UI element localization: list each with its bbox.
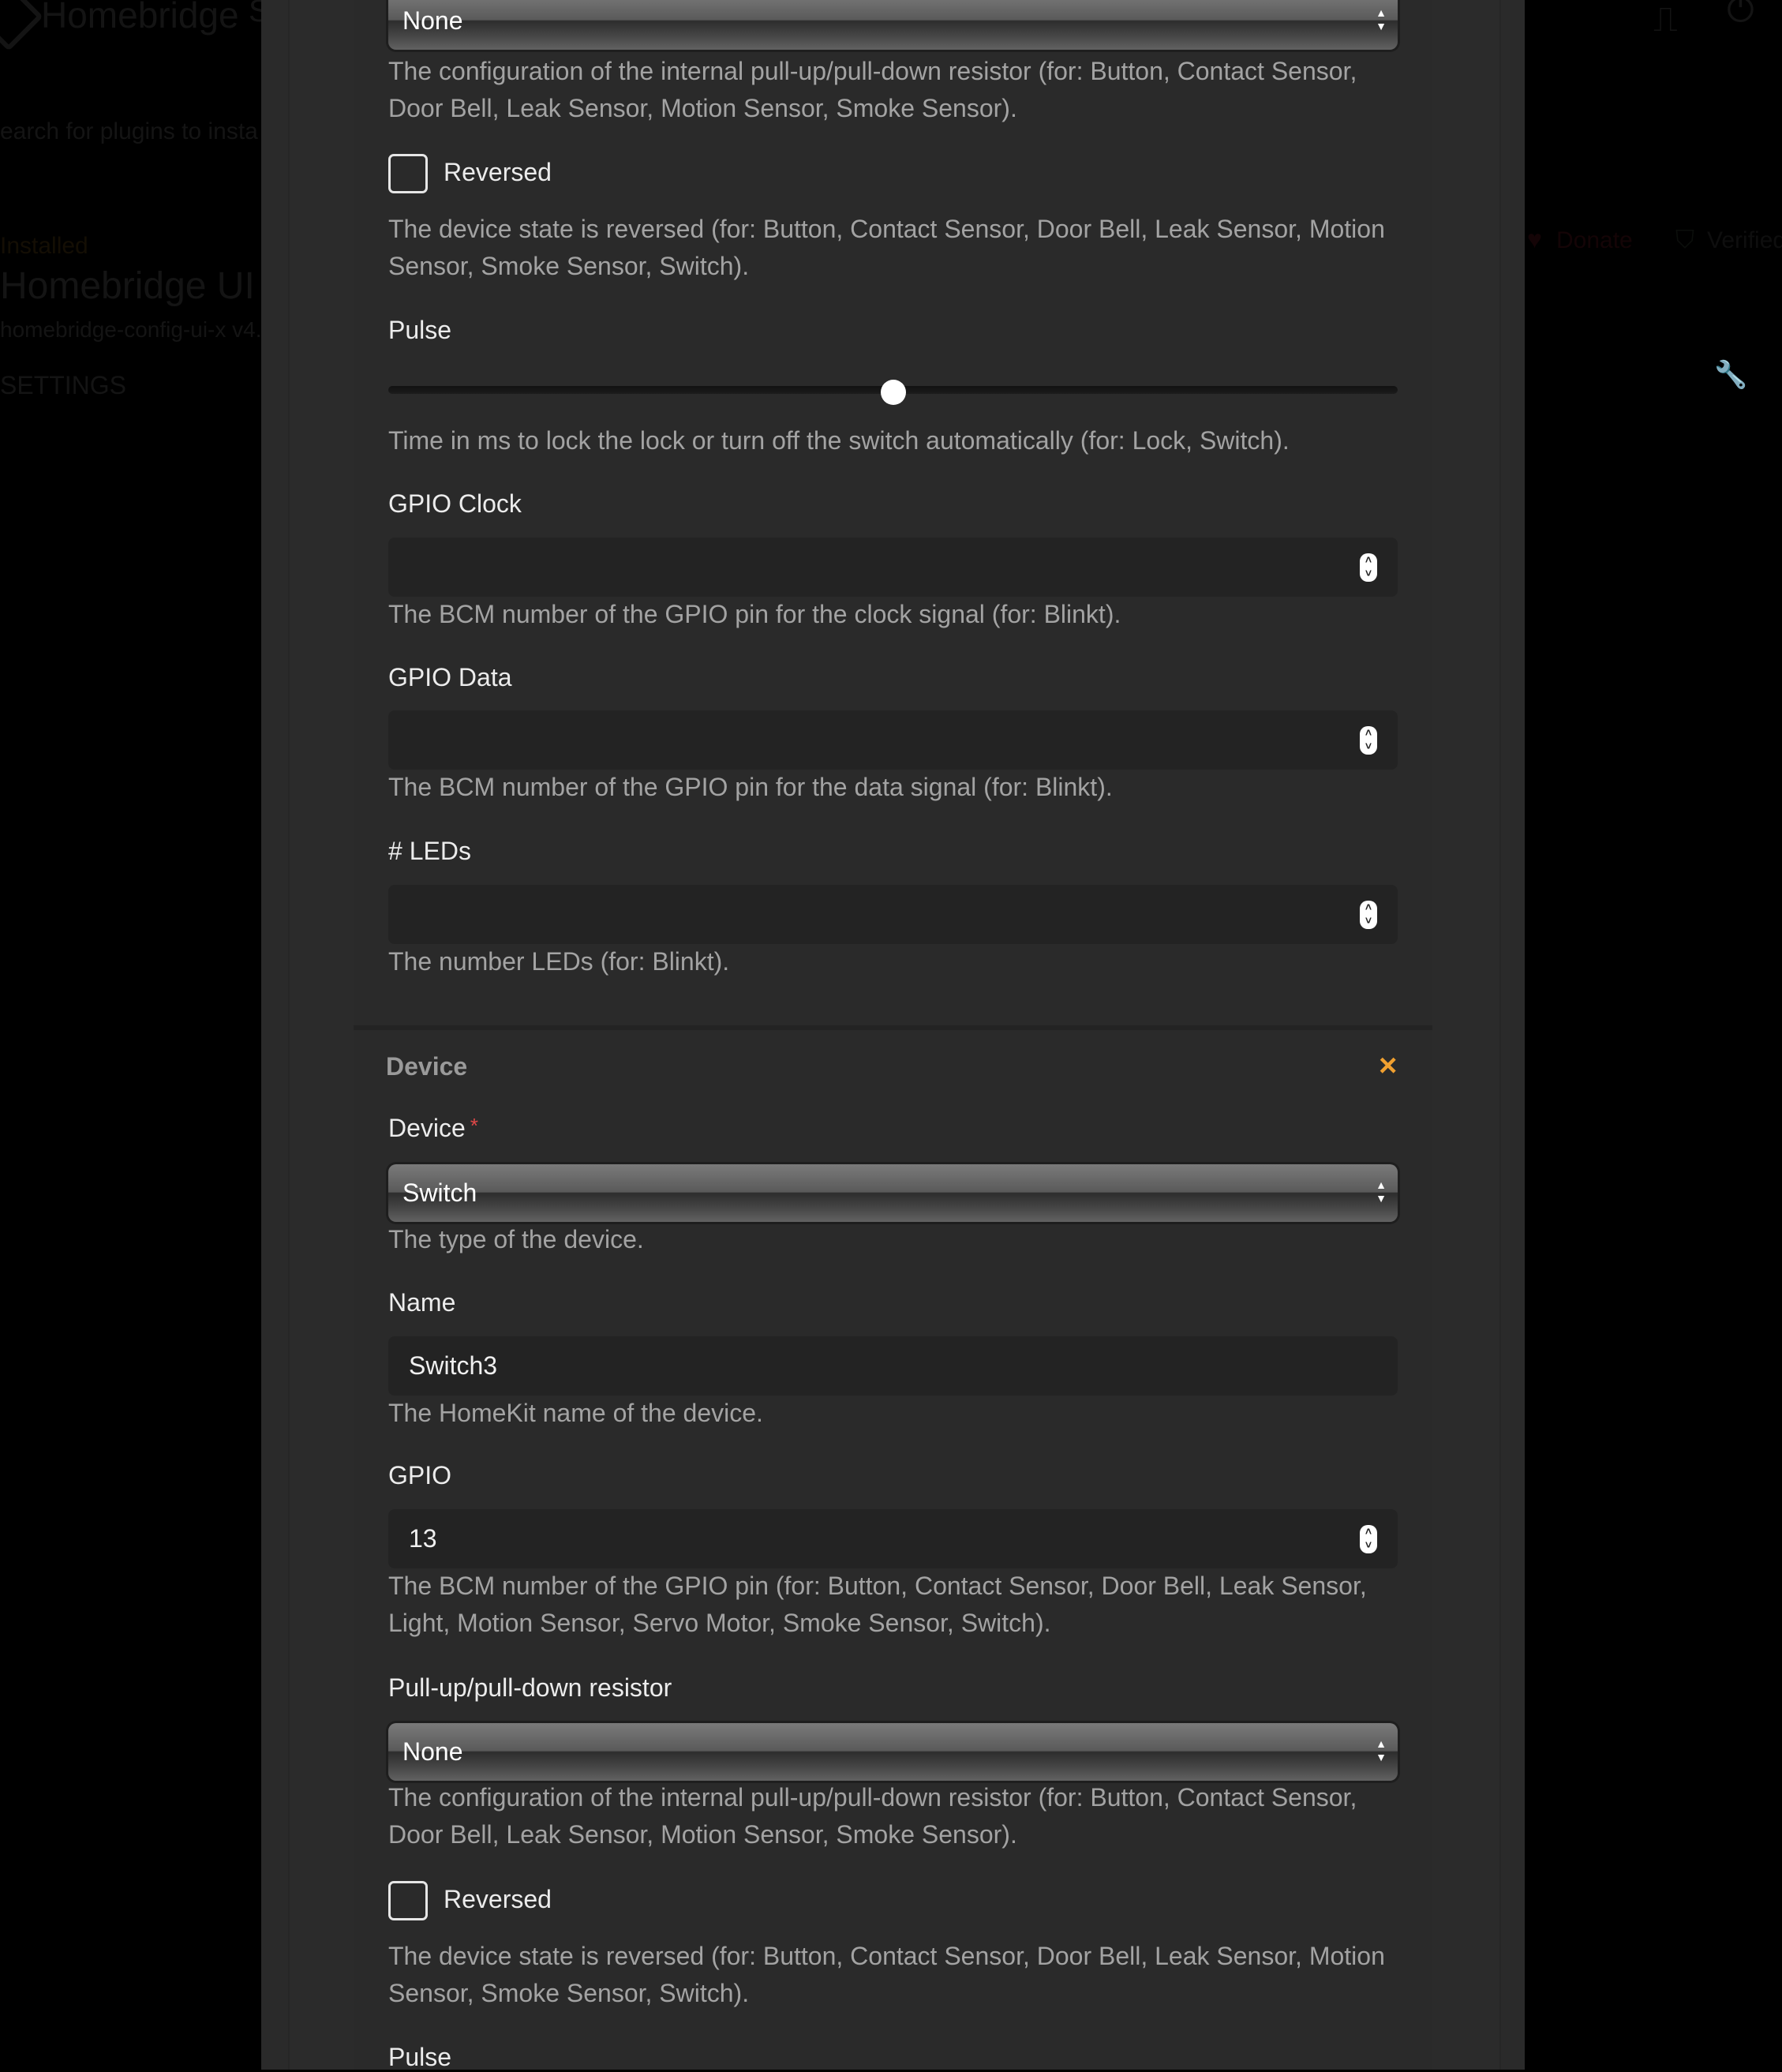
reversed-help: The device state is reversed (for: Butto… [388, 1942, 1385, 2007]
pull-resistor-help: The configuration of the internal pull-u… [388, 1783, 1357, 1849]
name-help: The HomeKit name of the device. [388, 1399, 763, 1427]
pulse-help: Time in ms to lock the lock or turn off … [388, 426, 1290, 455]
plugin-subtitle: homebridge-config-ui-x v4. [0, 317, 261, 342]
plugin-title: Homebridge UI [0, 265, 255, 307]
remove-device-icon[interactable]: × [1379, 1048, 1397, 1084]
verified-badge: Verified [1707, 227, 1782, 253]
stepper-icon[interactable]: ˄ ˅ [1360, 901, 1377, 929]
leds-input[interactable]: ˄ ˅ [388, 885, 1398, 944]
gpio-input[interactable]: 13 ˄ ˅ [388, 1509, 1398, 1568]
gpio-clock-label: GPIO Clock [388, 489, 522, 518]
wrench-icon[interactable]: 🔧 [1714, 359, 1747, 391]
input-value: 13 [409, 1524, 437, 1553]
logs-icon[interactable]: ⎍ [1653, 0, 1678, 39]
shield-icon: ⛉ [1675, 225, 1695, 253]
pull-resistor-label: Pull-up/pull-down resistor [388, 1673, 672, 1702]
pull-resistor-help: The configuration of the internal pull-u… [388, 57, 1357, 122]
name-input[interactable]: Switch3 [388, 1336, 1398, 1396]
donate-link[interactable]: Donate [1556, 227, 1633, 254]
stepper-icon[interactable]: ˄ ˅ [1360, 726, 1377, 755]
search-input[interactable]: earch for plugins to insta [0, 118, 261, 145]
stepper-icon[interactable]: ˄ ˅ [1360, 553, 1377, 582]
gpio-help: The BCM number of the GPIO pin (for: But… [388, 1572, 1367, 1637]
gpio-data-input[interactable]: ˄ ˅ [388, 710, 1398, 770]
select-arrows-icon: ▲ ▼ [1376, 1737, 1387, 1763]
reversed-label[interactable]: Reversed [444, 158, 552, 187]
power-icon[interactable]: ⏻ [1727, 0, 1754, 30]
pull-resistor-select[interactable]: None ▲ ▼ [388, 0, 1398, 50]
gpio-label: GPIO [388, 1461, 452, 1489]
gpio-data-help: The BCM number of the GPIO pin for the d… [388, 773, 1113, 801]
pull-resistor-select[interactable]: None ▲ ▼ [388, 1723, 1398, 1781]
device-type-help: The type of the device. [388, 1225, 644, 1253]
gpio-clock-help: The BCM number of the GPIO pin for the c… [388, 600, 1121, 628]
logo-icon [0, 0, 43, 51]
stepper-icon[interactable]: ˄ ˅ [1360, 1525, 1377, 1553]
reversed-help: The device state is reversed (for: Butto… [388, 215, 1385, 280]
leds-label: # LEDs [388, 837, 471, 865]
input-value: Switch3 [409, 1351, 498, 1380]
settings-label: SETTINGS [0, 371, 127, 399]
label-text: Device [388, 1114, 466, 1142]
reversed-label[interactable]: Reversed [444, 1885, 552, 1914]
device-type-select[interactable]: Switch ▲ ▼ [388, 1164, 1398, 1222]
pulse-label: Pulse [388, 2043, 452, 2071]
select-arrows-icon: ▲ ▼ [1376, 6, 1387, 32]
name-label: Name [388, 1288, 456, 1317]
select-value: None [402, 1737, 463, 1766]
gpio-clock-input[interactable]: ˄ ˅ [388, 538, 1398, 597]
brand-title: Homebridge [41, 0, 239, 36]
installed-label: Installed [0, 233, 88, 259]
select-arrows-icon: ▲ ▼ [1376, 1178, 1387, 1205]
leds-help: The number LEDs (for: Blinkt). [388, 947, 730, 976]
pulse-slider-handle[interactable] [880, 380, 906, 405]
gpio-data-label: GPIO Data [388, 663, 512, 691]
pulse-label: Pulse [388, 316, 452, 344]
reversed-checkbox[interactable] [388, 1881, 428, 1920]
reversed-checkbox[interactable] [388, 154, 428, 193]
select-value: None [402, 6, 463, 35]
device-section-title: Device [386, 1052, 468, 1081]
device-type-label: Device * [388, 1114, 478, 1143]
select-value: Switch [402, 1178, 477, 1207]
heart-icon: ♥ [1527, 225, 1542, 253]
required-marker: * [470, 1114, 478, 1137]
nav-fragment: S [249, 0, 261, 28]
